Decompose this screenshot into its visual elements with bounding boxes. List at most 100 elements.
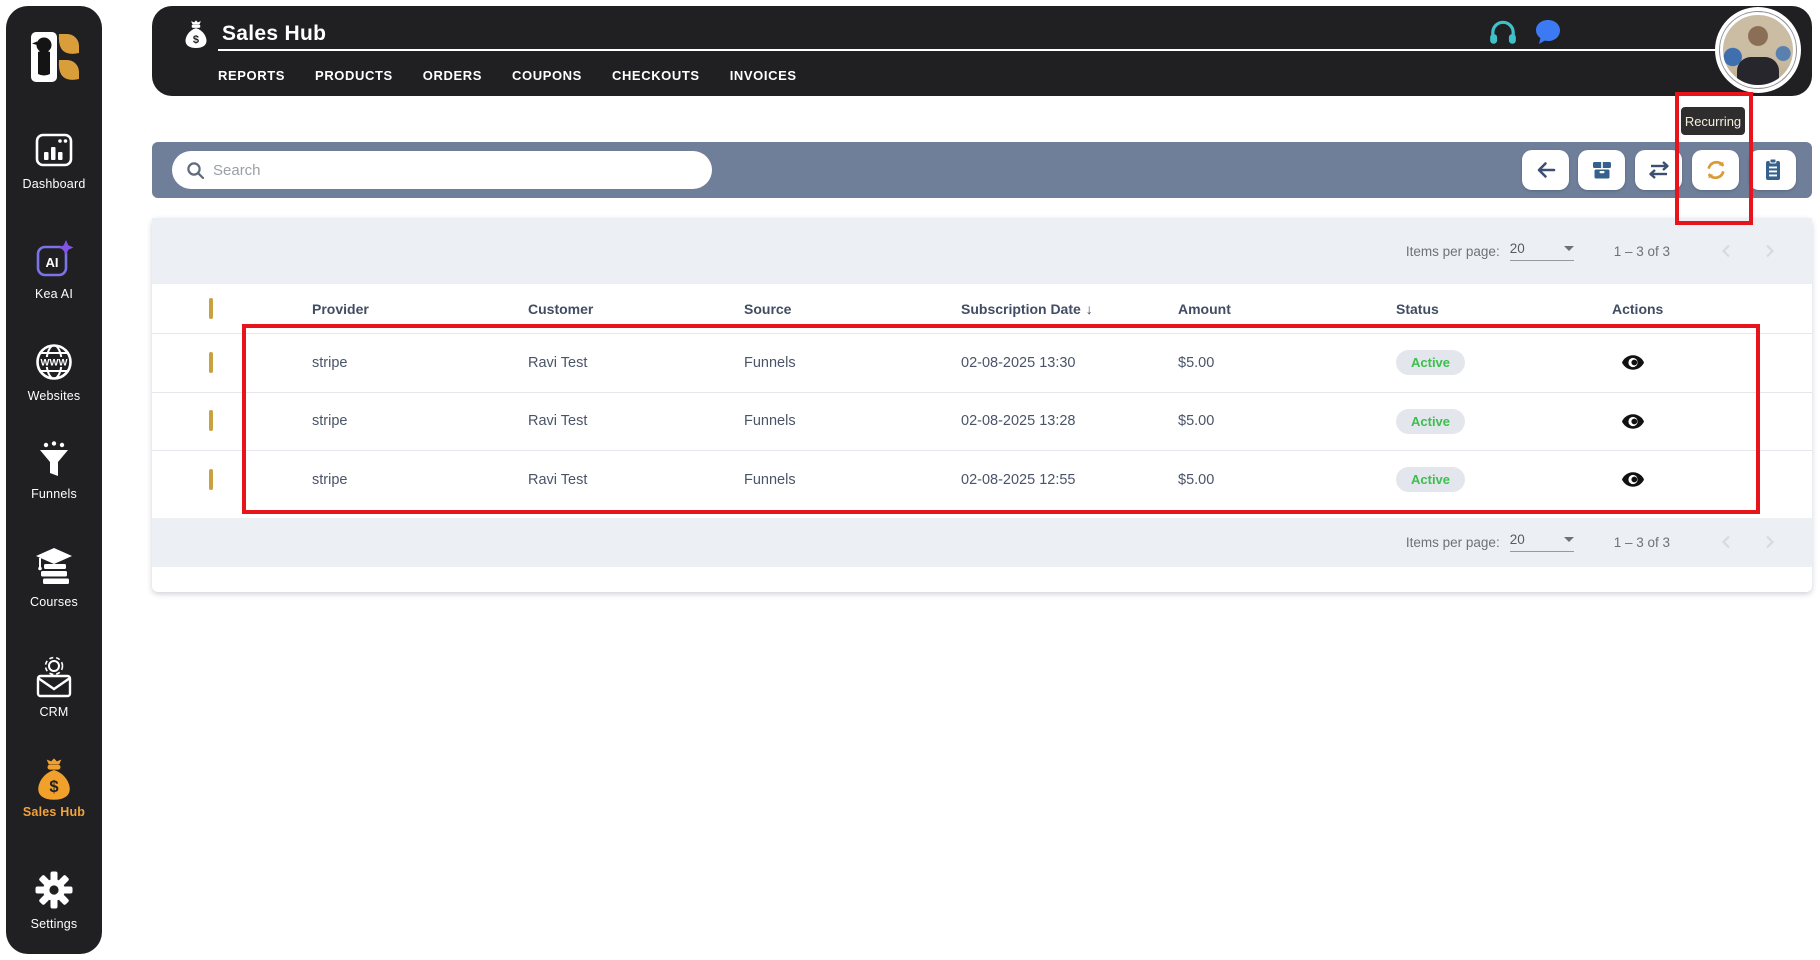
kea-logo-icon — [31, 32, 79, 82]
cell-subscription-date: 02-08-2025 13:28 — [961, 413, 1076, 430]
page-title: Sales Hub — [222, 21, 327, 45]
items-per-page-label: Items per page: — [1405, 243, 1500, 259]
table-row: stripe Ravi Test Funnels 02-08-2025 13:3… — [152, 333, 1812, 392]
page-range-label: 1 – 3 of 3 — [1613, 534, 1670, 550]
graduation-books-icon — [6, 546, 102, 590]
support-headphones-icon[interactable] — [1488, 19, 1518, 51]
table-header-row: Provider Customer Source Subscription Da… — [152, 284, 1812, 333]
status-badge: Active — [1396, 350, 1466, 376]
refresh-icon — [1707, 160, 1724, 180]
envelope-gear-icon — [6, 656, 102, 700]
nav-tab-products[interactable]: PRODUCTS — [315, 68, 393, 83]
clipboard-icon — [1765, 158, 1780, 180]
sidebar: Dashboard AI Kea AI WWW Websites Funnels… — [6, 6, 102, 954]
cell-subscription-date: 02-08-2025 13:30 — [961, 354, 1076, 371]
column-header-customer[interactable]: Customer — [528, 301, 744, 317]
paginator-top: Items per page: 20 1 – 3 of 3 — [152, 218, 1812, 284]
sidebar-item-label: Websites — [27, 389, 81, 403]
cell-customer: Ravi Test — [528, 354, 588, 371]
next-page-button[interactable] — [1758, 239, 1782, 263]
row-checkbox[interactable] — [209, 410, 213, 432]
svg-text:$: $ — [49, 777, 58, 796]
view-button[interactable] — [1618, 465, 1648, 495]
sidebar-item-crm[interactable]: CRM — [6, 656, 102, 719]
nav-tab-orders[interactable]: ORDERS — [423, 68, 482, 83]
user-avatar[interactable] — [1720, 12, 1796, 88]
sidebar-item-label: Kea AI — [34, 287, 74, 301]
items-per-page-value: 20 — [1509, 532, 1525, 547]
items-per-page-select[interactable]: 20 — [1509, 241, 1574, 261]
cell-provider: stripe — [312, 413, 348, 430]
gear-icon — [6, 868, 102, 912]
sidebar-item-funnels[interactable]: Funnels — [6, 438, 102, 501]
view-button[interactable] — [1618, 406, 1648, 436]
cell-customer: Ravi Test — [528, 413, 588, 430]
column-header-subscription-date[interactable]: Subscription Date ↓ — [961, 301, 1178, 317]
products-button[interactable] — [1578, 150, 1625, 190]
cell-source: Funnels — [744, 471, 796, 488]
cell-subscription-date: 02-08-2025 12:55 — [961, 471, 1076, 488]
app-header: $ Sales Hub REPORTS PRODUCTS ORDERS COUP… — [152, 6, 1812, 96]
svg-text:AI: AI — [46, 255, 59, 270]
sidebar-item-dashboard[interactable]: Dashboard — [6, 128, 102, 191]
sidebar-item-settings[interactable]: Settings — [6, 868, 102, 931]
dashboard-icon — [6, 128, 102, 172]
sidebar-item-courses[interactable]: Courses — [6, 546, 102, 609]
nav-tab-invoices[interactable]: INVOICES — [730, 68, 797, 83]
column-header-source[interactable]: Source — [744, 301, 961, 317]
subscriptions-card: Items per page: 20 1 – 3 of 3 Provider C… — [152, 218, 1812, 592]
previous-page-button[interactable] — [1714, 239, 1738, 263]
sidebar-item-kea-ai[interactable]: AI Kea AI — [6, 238, 102, 301]
table-row: stripe Ravi Test Funnels 02-08-2025 13:2… — [152, 391, 1812, 451]
sidebar-item-websites[interactable]: WWW Websites — [6, 340, 102, 403]
nav-tab-checkouts[interactable]: CHECKOUTS — [612, 68, 700, 83]
items-per-page-select[interactable]: 20 — [1509, 532, 1574, 552]
back-button[interactable] — [1522, 150, 1569, 190]
nav-tab-reports[interactable]: REPORTS — [218, 68, 285, 83]
money-bag-icon: $ — [6, 756, 102, 800]
row-checkbox[interactable] — [209, 468, 213, 490]
sidebar-item-sales-hub[interactable]: $ Sales Hub — [6, 756, 102, 819]
row-checkbox[interactable] — [209, 351, 213, 373]
next-page-button[interactable] — [1758, 530, 1782, 554]
ai-sparkle-icon: AI — [6, 238, 102, 282]
recurring-button[interactable] — [1692, 150, 1739, 190]
column-header-amount[interactable]: Amount — [1178, 301, 1396, 317]
money-bag-icon: $ — [185, 20, 207, 48]
table-row: stripe Ravi Test Funnels 02-08-2025 12:5… — [152, 450, 1812, 509]
svg-text:WWW: WWW — [41, 358, 68, 369]
cell-amount: $5.00 — [1178, 354, 1215, 371]
select-all-checkbox[interactable] — [209, 297, 213, 319]
column-header-status[interactable]: Status — [1396, 301, 1612, 317]
globe-www-icon: WWW — [6, 340, 102, 384]
items-per-page-value: 20 — [1509, 241, 1525, 256]
eye-icon — [1622, 414, 1644, 429]
transactions-button[interactable] — [1635, 150, 1682, 190]
search-input[interactable] — [213, 161, 698, 179]
chat-bubble-icon[interactable] — [1534, 18, 1562, 51]
cell-source: Funnels — [744, 413, 796, 430]
cell-provider: stripe — [312, 471, 348, 488]
sidebar-item-label: Settings — [30, 917, 78, 931]
cell-provider: stripe — [312, 354, 348, 371]
funnel-icon — [6, 438, 102, 482]
paginator-bottom: Items per page: 20 1 – 3 of 3 — [152, 517, 1812, 567]
nav-tab-coupons[interactable]: COUPONS — [512, 68, 582, 83]
status-badge: Active — [1396, 467, 1466, 493]
report-list-button[interactable] — [1749, 150, 1796, 190]
package-icon — [1592, 162, 1611, 179]
svg-text:$: $ — [193, 34, 199, 46]
page-range-label: 1 – 3 of 3 — [1613, 243, 1670, 259]
status-badge: Active — [1396, 408, 1466, 434]
column-header-provider[interactable]: Provider — [312, 301, 528, 317]
cell-source: Funnels — [744, 354, 796, 371]
cell-customer: Ravi Test — [528, 471, 588, 488]
app-logo[interactable] — [6, 28, 102, 86]
sidebar-item-label: Courses — [30, 595, 78, 609]
recurring-tooltip: Recurring — [1681, 107, 1745, 135]
search-icon — [187, 161, 205, 179]
arrow-left-icon — [1537, 162, 1555, 178]
view-button[interactable] — [1618, 348, 1648, 378]
search-box — [172, 151, 712, 189]
previous-page-button[interactable] — [1714, 530, 1738, 554]
